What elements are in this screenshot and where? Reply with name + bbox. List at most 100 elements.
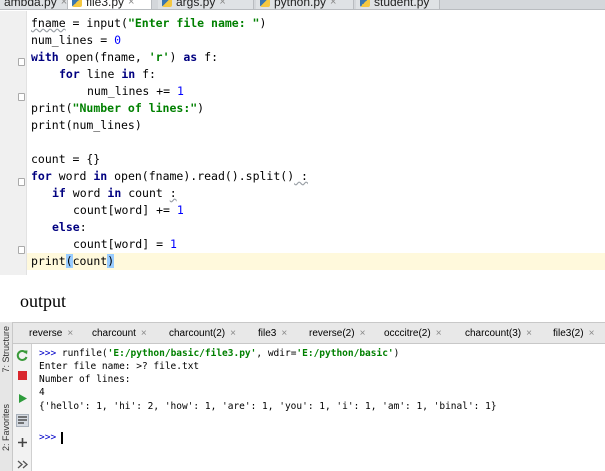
fold-marker[interactable] (18, 93, 25, 101)
tab-label: ambda.py (4, 0, 57, 9)
console-line-output: {'hello': 1, 'hi': 2, 'how': 1, 'are': 1… (39, 401, 497, 412)
editor-tab-bar: ambda.py × file3.py × args.py × python.p… (0, 0, 605, 10)
run-tab-label: occcitre(2) (384, 328, 431, 339)
tab-label: python.py (274, 0, 327, 9)
code-keyword: in (107, 186, 122, 200)
code-token: print( (31, 101, 73, 115)
code-token: f: (197, 50, 218, 64)
editor-gutter (0, 11, 27, 275)
fold-marker[interactable] (18, 58, 25, 66)
fold-marker[interactable] (18, 178, 25, 186)
code-keyword: in (93, 169, 108, 183)
code-token: line (79, 67, 122, 81)
code-line-10: if word in count : (52, 185, 177, 202)
code-line-5: num_lines += 1 (87, 83, 184, 100)
code-line-2: num_lines = 0 (31, 32, 121, 49)
favorites-tool-button[interactable]: 2: Favorites (1, 404, 11, 451)
more-button[interactable] (16, 458, 29, 471)
close-icon[interactable]: × (61, 0, 67, 8)
run-tab-charcount[interactable]: charcount × (92, 323, 147, 343)
run-tab-reverse[interactable]: reverse × (29, 323, 73, 343)
code-line-3: with open(fname, 'r') as f: (31, 49, 218, 66)
tab-args-py[interactable]: args.py × (158, 0, 254, 9)
code-line-12: else: (52, 219, 87, 236)
structure-tool-button[interactable]: 7: Structure (1, 326, 11, 373)
run-tab-label: file3 (258, 328, 277, 339)
code-line-7: print(num_lines) (31, 118, 142, 132)
code-line-11: count[word] += 1 (73, 202, 184, 219)
code-keyword: else (52, 220, 80, 234)
code-token: word (51, 169, 94, 183)
fold-marker[interactable] (18, 246, 25, 254)
rerun-icon (16, 350, 28, 361)
code-token: : (294, 169, 308, 183)
code-token: : (79, 220, 87, 234)
run-tab-label: reverse (29, 328, 63, 339)
tab-python-py[interactable]: python.py × (256, 0, 354, 9)
tab-lambda-py[interactable]: ambda.py × (0, 0, 68, 9)
code-token: ) (169, 50, 184, 64)
run-tab-occcitre-2[interactable]: occcitre(2) × (384, 323, 442, 343)
code-line-4: for line in f: (59, 66, 156, 83)
close-icon[interactable]: × (67, 328, 73, 339)
code-editor[interactable]: fname = input("Enter file name: ") num_l… (0, 11, 605, 275)
console-token: ) (393, 348, 400, 359)
console-input-line[interactable]: >>> (39, 431, 64, 444)
code-number: 1 (169, 237, 177, 251)
output-heading: output (20, 291, 67, 311)
rerun-button[interactable] (16, 349, 29, 362)
double-chevron-icon (17, 460, 28, 469)
tab-student-py[interactable]: student.py (356, 0, 440, 9)
run-tab-label: charcount(3) (465, 328, 522, 339)
console-prompt: >>> (39, 348, 62, 359)
close-icon[interactable]: × (230, 328, 236, 339)
run-tab-reverse-2[interactable]: reverse(2) × (309, 323, 366, 343)
code-string: "Number of lines:" (72, 101, 198, 115)
close-icon[interactable]: × (589, 328, 595, 339)
close-icon[interactable]: × (128, 0, 134, 8)
add-button[interactable] (16, 436, 29, 449)
console-string: 'E:/python/basic/file3.py' (107, 348, 257, 359)
code-line-9: for word in open(fname).read().split() : (31, 168, 308, 185)
close-icon[interactable]: × (436, 328, 442, 339)
code-token: word (65, 186, 108, 200)
text-caret (61, 431, 64, 444)
code-token: open(fname).read().split() (107, 169, 295, 183)
close-icon[interactable]: × (330, 0, 336, 8)
run-tab-file3[interactable]: file3 × (258, 323, 287, 343)
tab-label: file3.py (86, 0, 125, 9)
close-icon[interactable]: × (141, 328, 147, 339)
run-tab-bar: reverse × charcount × charcount(2) × file3 ×… (13, 322, 605, 344)
stop-button[interactable] (16, 369, 29, 382)
code-keyword: with (31, 50, 59, 64)
code-token: count[word] += (73, 203, 177, 217)
close-icon[interactable]: × (360, 328, 366, 339)
code-line-1: fname = input("Enter file name: ") (31, 15, 266, 32)
run-tab-label: reverse(2) (309, 328, 355, 339)
run-tab-charcount-3[interactable]: charcount(3) × (465, 323, 532, 343)
python-file-icon (260, 0, 270, 7)
tab-file3-py[interactable]: file3.py × (68, 0, 152, 9)
code-token: print (31, 254, 66, 268)
run-tab-label: file3(2) (553, 328, 584, 339)
code-token: num_lines += (87, 84, 178, 98)
bracket-match: ( (65, 254, 73, 268)
code-token: count[word] = (73, 237, 170, 251)
python-console[interactable]: >>> runfile('E:/python/basic/file3.py', … (33, 344, 605, 471)
code-keyword: for (59, 67, 80, 81)
run-tab-file3-2[interactable]: file3(2) × (553, 323, 595, 343)
show-variables-button[interactable] (16, 414, 29, 427)
code-token: : (169, 186, 177, 200)
code-line-14: print(count) (31, 253, 115, 270)
close-icon[interactable]: × (281, 328, 287, 339)
close-icon[interactable]: × (219, 0, 225, 8)
close-icon[interactable]: × (526, 328, 532, 339)
run-tab-charcount-2[interactable]: charcount(2) × (169, 323, 236, 343)
code-token: open(fname, (58, 50, 149, 64)
code-token: f: (135, 67, 156, 81)
run-tab-label: charcount(2) (169, 328, 226, 339)
code-string: 'r' (148, 50, 170, 64)
code-keyword: if (52, 186, 66, 200)
console-token: runfile( (61, 348, 108, 359)
run-button[interactable] (16, 392, 29, 405)
